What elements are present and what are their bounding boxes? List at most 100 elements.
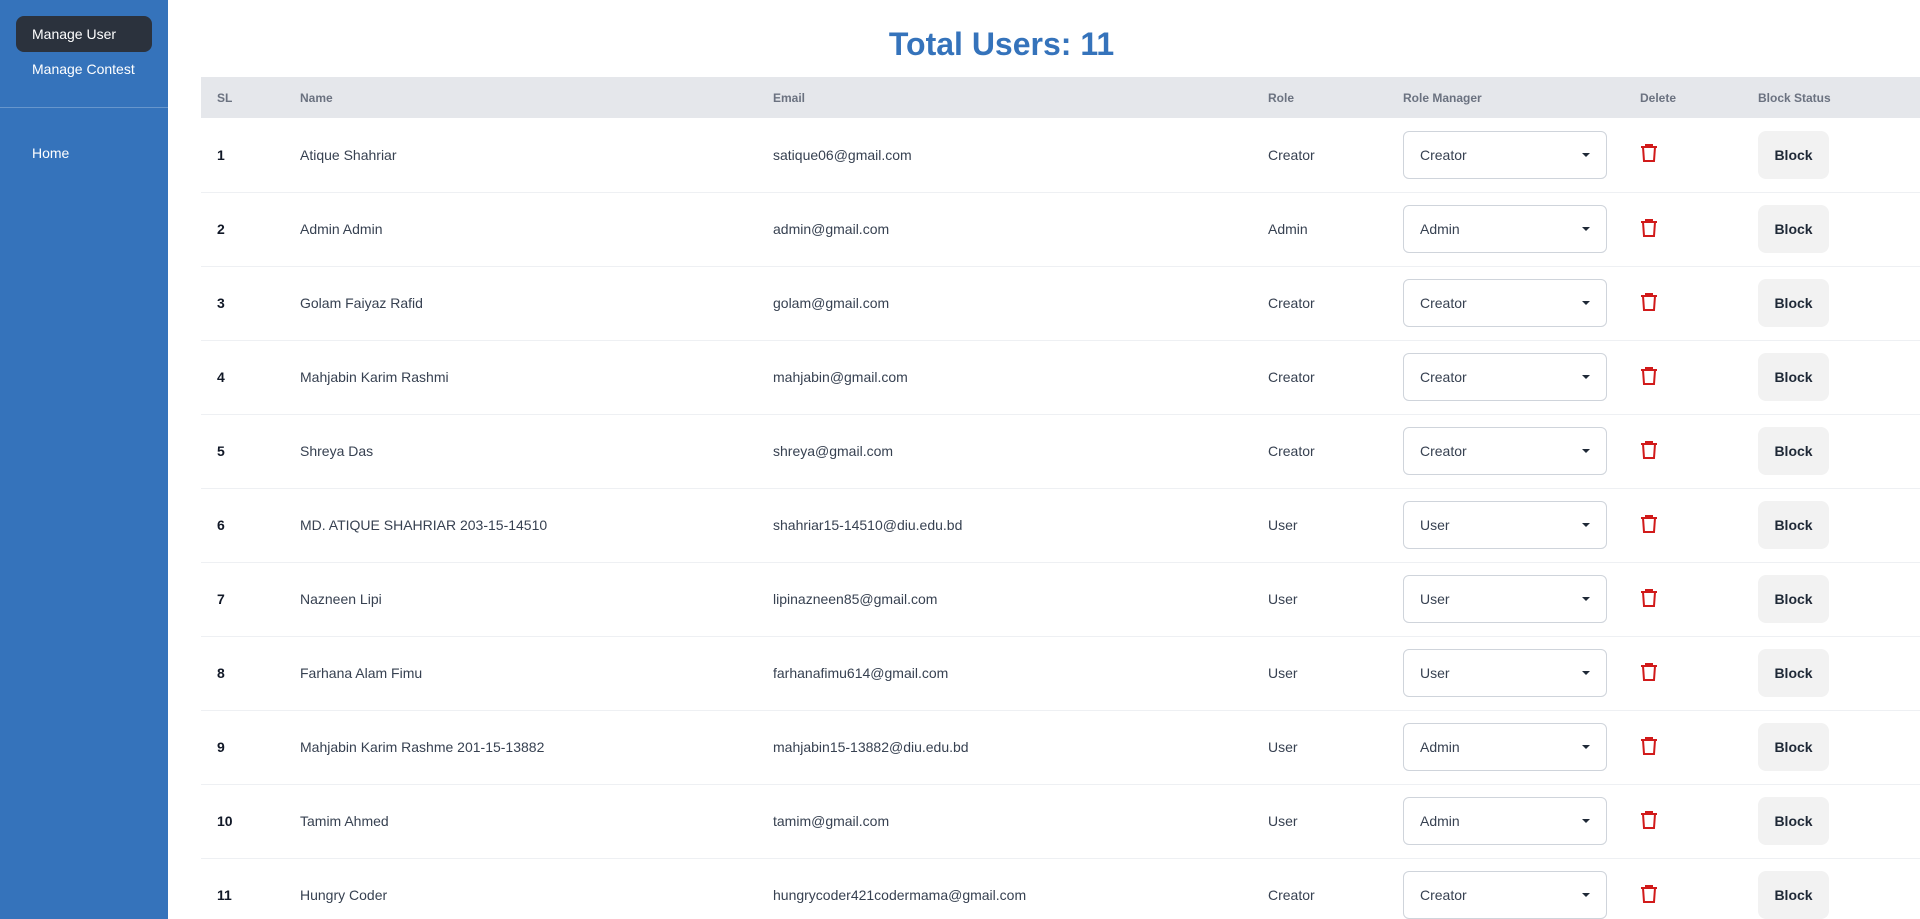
role-select[interactable]: Creator — [1403, 427, 1607, 475]
row-block-cell: Block — [1742, 562, 1920, 636]
row-delete-cell — [1624, 858, 1742, 919]
row-name: Hungry Coder — [300, 887, 388, 903]
role-select[interactable]: Creator — [1403, 871, 1607, 919]
trash-icon[interactable] — [1640, 514, 1658, 534]
row-block-cell: Block — [1742, 858, 1920, 919]
row-delete-cell — [1624, 414, 1742, 488]
column-header-role: Role — [1268, 90, 1295, 105]
column-header-delete: Delete — [1640, 90, 1677, 105]
trash-icon[interactable] — [1640, 366, 1658, 386]
block-button[interactable]: Block — [1758, 205, 1829, 253]
sidebar-item-manage-contest[interactable]: Manage Contest — [16, 52, 152, 86]
row-role: Creator — [1268, 443, 1315, 459]
row-role: Creator — [1268, 887, 1315, 903]
row-role: Creator — [1268, 369, 1315, 385]
table-header-row: SL Name Email Role Role Manager Delete B… — [201, 77, 1920, 118]
table-row: 6 MD. ATIQUE SHAHRIAR 203-15-14510 shahria… — [201, 488, 1920, 562]
table-row: 8 Farhana Alam Fimu farhanafimu614@gmail.c… — [201, 636, 1920, 710]
row-email: farhanafimu614@gmail.com — [773, 665, 949, 681]
row-sl: 10 — [217, 813, 233, 829]
row-email: tamim@gmail.com — [773, 813, 890, 829]
row-name: Farhana Alam Fimu — [300, 665, 423, 681]
table-row: 1 Atique Shahriar satique06@gmail.com Creat… — [201, 118, 1920, 192]
row-role-manager-cell: User — [1387, 636, 1624, 710]
block-button[interactable]: Block — [1758, 575, 1829, 623]
row-role: User — [1268, 591, 1298, 607]
trash-icon[interactable] — [1640, 143, 1658, 163]
row-delete-cell — [1624, 636, 1742, 710]
row-email: admin@gmail.com — [773, 221, 890, 237]
row-role-manager-cell: Creator — [1387, 118, 1624, 192]
row-role: User — [1268, 813, 1298, 829]
chevron-down-icon — [1582, 227, 1590, 231]
trash-icon[interactable] — [1640, 884, 1658, 904]
role-select[interactable]: Creator — [1403, 279, 1607, 327]
row-sl: 6 — [217, 517, 225, 533]
role-select[interactable]: Creator — [1403, 130, 1607, 179]
main-content: Total Users: 11 SL Name Email Role Role … — [201, 0, 1920, 919]
table-row: 5 Shreya Das shreya@gmail.com Creator Creato… — [201, 414, 1920, 488]
trash-icon[interactable] — [1640, 736, 1658, 756]
block-button[interactable]: Block — [1758, 723, 1829, 771]
chevron-down-icon — [1582, 301, 1590, 305]
row-block-cell: Block — [1742, 488, 1920, 562]
table-row: 10 Tamim Ahmed tamim@gmail.com User Admin Blo… — [201, 784, 1920, 858]
row-block-cell: Block — [1742, 266, 1920, 340]
row-sl: 4 — [217, 369, 225, 385]
row-delete-cell — [1624, 488, 1742, 562]
role-select[interactable]: Creator — [1403, 353, 1607, 401]
page-title: Total Users: 11 — [888, 26, 1115, 62]
trash-icon[interactable] — [1640, 588, 1658, 608]
block-button[interactable]: Block — [1758, 130, 1829, 179]
block-button[interactable]: Block — [1758, 501, 1829, 549]
role-select-value: Creator — [1420, 295, 1467, 311]
trash-icon[interactable] — [1640, 292, 1658, 312]
row-role: User — [1268, 739, 1298, 755]
row-name: Nazneen Lipi — [300, 591, 382, 607]
sidebar: Manage User Manage Contest Home — [0, 0, 168, 919]
trash-icon[interactable] — [1640, 440, 1658, 460]
block-button[interactable]: Block — [1758, 279, 1829, 327]
sidebar-item-manage-user[interactable]: Manage User — [16, 16, 152, 52]
role-select[interactable]: User — [1403, 649, 1607, 697]
row-name: Golam Faiyaz Rafid — [300, 295, 423, 311]
chevron-down-icon — [1582, 375, 1590, 379]
row-block-cell: Block — [1742, 636, 1920, 710]
role-select-value: Admin — [1420, 813, 1460, 829]
row-name: Mahjabin Karim Rashmi — [300, 369, 449, 385]
role-select[interactable]: Admin — [1403, 205, 1607, 253]
users-table: SL Name Email Role Role Manager Delete B… — [201, 77, 1920, 919]
role-select[interactable]: Admin — [1403, 797, 1607, 845]
sidebar-item-home[interactable]: Home — [16, 136, 152, 170]
chevron-down-icon — [1582, 523, 1590, 527]
row-role-manager-cell: Creator — [1387, 858, 1624, 919]
row-block-cell: Block — [1742, 414, 1920, 488]
trash-icon[interactable] — [1640, 810, 1658, 830]
row-delete-cell — [1624, 118, 1742, 192]
role-select-value: Admin — [1420, 221, 1460, 237]
role-select[interactable]: User — [1403, 501, 1607, 549]
table-row: 7 Nazneen Lipi lipinazneen85@gmail.com User… — [201, 562, 1920, 636]
role-select-value: Admin — [1420, 739, 1460, 755]
row-sl: 9 — [217, 739, 225, 755]
block-button[interactable]: Block — [1758, 871, 1829, 919]
column-header-role-manager: Role Manager — [1403, 90, 1482, 105]
sidebar-divider — [0, 107, 168, 108]
block-button[interactable]: Block — [1758, 649, 1829, 697]
role-select[interactable]: Admin — [1403, 723, 1607, 771]
trash-icon[interactable] — [1640, 662, 1658, 682]
role-select-value: User — [1420, 591, 1450, 607]
row-role: Creator — [1268, 146, 1315, 163]
row-sl: 11 — [217, 887, 232, 903]
row-role-manager-cell: Admin — [1387, 784, 1624, 858]
row-delete-cell — [1624, 192, 1742, 266]
table-row: 2 Admin Admin admin@gmail.com Admin Admin Blo… — [201, 192, 1920, 266]
trash-icon[interactable] — [1640, 218, 1658, 238]
chevron-down-icon — [1582, 449, 1590, 453]
block-button[interactable]: Block — [1758, 353, 1829, 401]
column-header-email: Email — [773, 90, 806, 105]
block-button[interactable]: Block — [1758, 797, 1829, 845]
role-select[interactable]: User — [1403, 575, 1607, 623]
block-button[interactable]: Block — [1758, 427, 1829, 475]
table-row: 4 Mahjabin Karim Rashmi mahjabin@gmail.com… — [201, 340, 1920, 414]
